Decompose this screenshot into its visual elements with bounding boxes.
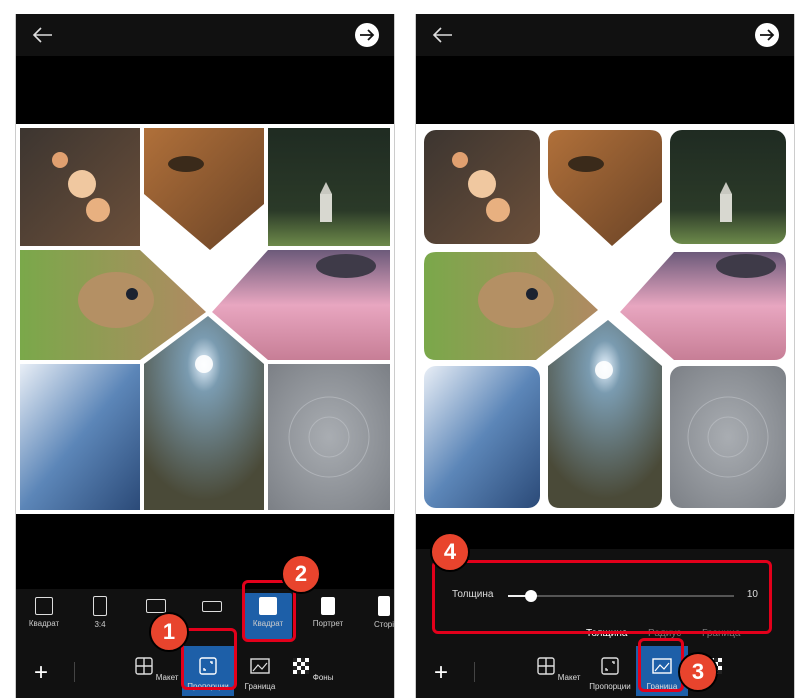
highlight-box-3 bbox=[638, 638, 684, 692]
ratio-label: Квадрат bbox=[28, 619, 60, 628]
collage-canvas bbox=[16, 124, 394, 514]
back-arrow-icon[interactable] bbox=[30, 22, 56, 48]
ratio-option-square-a[interactable]: Квадрат bbox=[16, 593, 72, 639]
next-arrow-icon[interactable] bbox=[354, 22, 380, 48]
landscape-ratio-icon bbox=[146, 599, 166, 613]
ratio-option-portrait[interactable]: Портрет bbox=[300, 593, 356, 639]
square-ratio-icon bbox=[35, 597, 53, 615]
callout-1: 1 bbox=[149, 612, 189, 652]
main-tabs: + Макет Пропорции Граница bbox=[416, 642, 794, 698]
tab-label: Макет bbox=[557, 673, 581, 682]
photo-cat[interactable] bbox=[548, 130, 662, 246]
tab-border[interactable]: Граница bbox=[234, 646, 286, 696]
checkerboard-icon bbox=[292, 658, 309, 674]
photo-frosted-plant[interactable] bbox=[424, 366, 540, 508]
next-arrow-icon[interactable] bbox=[754, 22, 780, 48]
tab-label: Фоны bbox=[312, 673, 334, 682]
photo-lamp[interactable] bbox=[548, 320, 662, 508]
tab-label: Граница bbox=[244, 682, 276, 691]
instagram-portrait-icon bbox=[321, 597, 335, 615]
photo-cat[interactable] bbox=[144, 128, 264, 250]
callout-4: 4 bbox=[430, 532, 470, 572]
canvas-top-margin bbox=[416, 56, 794, 124]
tab-proportions[interactable]: Пропорции bbox=[584, 646, 636, 696]
callout-3: 3 bbox=[678, 652, 718, 692]
photo-lamp[interactable] bbox=[144, 316, 264, 510]
ratio-option-story[interactable]: Сторі bbox=[356, 593, 395, 639]
portrait-ratio-icon bbox=[93, 596, 107, 616]
ratio-label: 3:4 bbox=[94, 620, 106, 629]
add-icon[interactable]: + bbox=[34, 661, 56, 685]
tab-label: Пропорции bbox=[589, 682, 631, 691]
layout-icon bbox=[134, 657, 153, 675]
canvas-bottom-margin bbox=[416, 514, 794, 549]
ratio-option-3-4[interactable]: 3:4 bbox=[72, 593, 128, 639]
add-icon[interactable]: + bbox=[434, 661, 456, 685]
top-bar bbox=[416, 14, 794, 56]
divider bbox=[74, 662, 75, 682]
layout-icon bbox=[536, 657, 555, 675]
instagram-story-icon bbox=[378, 596, 390, 616]
tab-layout[interactable]: Макет bbox=[532, 646, 584, 696]
photo-star-trails[interactable] bbox=[268, 364, 390, 510]
photo-star-trails[interactable] bbox=[670, 366, 786, 508]
border-icon bbox=[250, 658, 270, 674]
canvas-top-margin bbox=[16, 56, 394, 124]
highlight-box-1 bbox=[181, 628, 237, 690]
proportions-icon bbox=[601, 657, 619, 675]
highlight-box-4 bbox=[432, 560, 772, 634]
canvas-bottom-margin bbox=[16, 514, 394, 589]
tab-label: Макет bbox=[155, 673, 179, 682]
photo-church[interactable] bbox=[268, 128, 390, 246]
back-arrow-icon[interactable] bbox=[430, 22, 456, 48]
photo-frosted-plant[interactable] bbox=[20, 364, 140, 510]
top-bar bbox=[16, 14, 394, 56]
ratio-label: Сторі bbox=[373, 620, 395, 629]
ratio-label: Портрет bbox=[312, 619, 344, 628]
divider bbox=[474, 662, 475, 682]
callout-2: 2 bbox=[281, 554, 321, 594]
collage-canvas bbox=[416, 124, 794, 514]
tab-layout[interactable]: Макет bbox=[130, 646, 182, 696]
bottom-toolbar: + Макет Пропорции Граница bbox=[416, 641, 794, 698]
panorama-ratio-icon bbox=[202, 601, 222, 612]
tab-backgrounds[interactable]: Фоны bbox=[286, 646, 338, 696]
left-phone-screen: Квадрат 3:4 Квадрат Портрет Сторі + Маке… bbox=[15, 14, 395, 698]
